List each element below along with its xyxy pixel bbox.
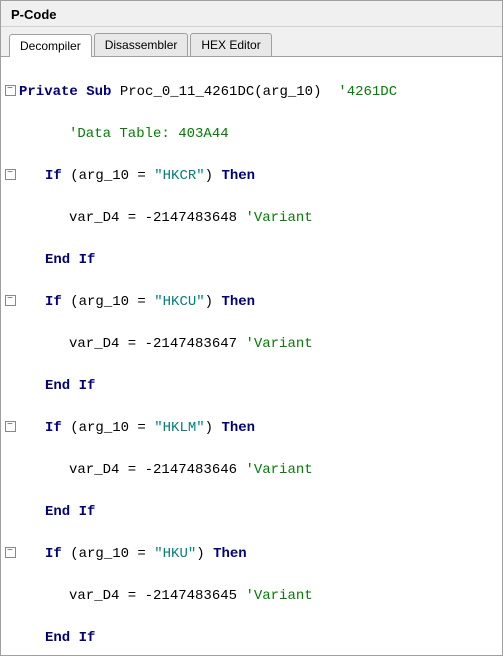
- kw-sub: Sub: [86, 84, 111, 100]
- tab-bar: Decompiler Disassembler HEX Editor: [1, 27, 502, 57]
- tab-disassembler[interactable]: Disassembler: [94, 33, 189, 56]
- fold-icon[interactable]: −: [1, 292, 19, 313]
- pcode-panel: P-Code Decompiler Disassembler HEX Edito…: [0, 0, 503, 656]
- fold-icon[interactable]: −: [1, 82, 19, 103]
- proc-name: Proc_0_11_4261DC(arg_10): [120, 84, 322, 100]
- tab-decompiler[interactable]: Decompiler: [9, 34, 92, 57]
- data-table-comment: 'Data Table: 403A44: [69, 126, 229, 142]
- fold-icon[interactable]: −: [1, 418, 19, 439]
- kw-private: Private: [19, 84, 78, 100]
- tab-hex-editor[interactable]: HEX Editor: [190, 33, 271, 56]
- code-view[interactable]: −Private Sub Proc_0_11_4261DC(arg_10) '4…: [1, 57, 502, 655]
- proc-addr-comment: '4261DC: [338, 84, 397, 100]
- fold-icon[interactable]: −: [1, 544, 19, 565]
- fold-icon[interactable]: −: [1, 166, 19, 187]
- panel-title: P-Code: [1, 1, 502, 27]
